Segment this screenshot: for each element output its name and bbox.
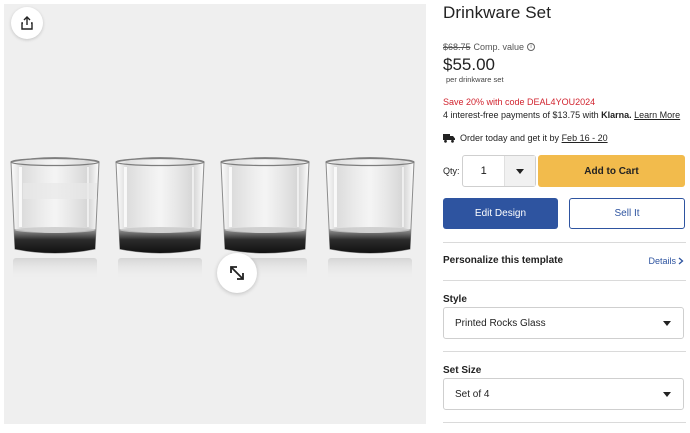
delivery-date-link[interactable]: Feb 16 - 20 <box>562 133 608 143</box>
comp-value-row: $68.75 Comp. value i <box>443 42 536 52</box>
personalize-heading: Personalize this template <box>443 255 564 266</box>
glass-1 <box>10 156 100 281</box>
chevron-right-icon <box>678 257 684 265</box>
klarna-text: 4 interest-free payments of $13.75 with <box>443 110 602 120</box>
sell-it-button[interactable]: Sell It <box>569 198 685 229</box>
learn-more-link[interactable]: Learn More <box>634 110 680 120</box>
glass-4 <box>325 156 415 281</box>
klarna-brand: Klarna. <box>601 110 632 120</box>
comp-label: Comp. value <box>473 42 525 52</box>
set-size-label: Set Size <box>443 365 482 376</box>
caret-down-icon <box>663 320 671 326</box>
glass-2 <box>115 156 205 281</box>
edit-design-button[interactable]: Edit Design <box>443 198 558 229</box>
details-link[interactable]: Details <box>648 256 684 266</box>
quantity-value: 1 <box>480 165 487 177</box>
set-size-select[interactable]: Set of 4 <box>443 378 684 410</box>
divider <box>443 242 686 243</box>
style-label: Style <box>443 294 467 305</box>
delivery-estimate: Order today and get it by Feb 16 - 20 <box>443 133 608 143</box>
divider <box>443 351 686 352</box>
delivery-text: Order today and get it by <box>460 133 562 143</box>
klarna-payments: 4 interest-free payments of $13.75 with … <box>443 110 680 120</box>
product-title: Drinkware Set <box>443 3 552 22</box>
set-size-selected-value: Set of 4 <box>455 388 490 400</box>
share-icon <box>21 16 33 30</box>
qty-label: Qty: <box>443 166 460 176</box>
product-image <box>10 156 415 281</box>
caret-down-icon <box>504 156 535 186</box>
product-price: $55.00 <box>443 55 495 74</box>
product-image-gallery[interactable] <box>4 4 426 424</box>
divider <box>443 422 686 423</box>
expand-icon <box>230 266 244 280</box>
share-button[interactable] <box>11 7 43 39</box>
details-label: Details <box>648 256 676 266</box>
promo-text: Save 20% with code DEAL4YOU2024 <box>443 97 596 107</box>
style-select[interactable]: Printed Rocks Glass <box>443 307 684 339</box>
style-selected-value: Printed Rocks Glass <box>455 317 546 329</box>
price-unit: per drinkware set <box>446 75 504 84</box>
info-icon[interactable]: i <box>527 43 536 51</box>
comp-price: $68.75 <box>443 42 471 52</box>
expand-image-button[interactable] <box>217 253 257 293</box>
quantity-select[interactable]: 1 <box>462 155 536 187</box>
divider <box>443 280 686 281</box>
truck-icon <box>443 133 455 143</box>
add-to-cart-button[interactable]: Add to Cart <box>538 155 685 187</box>
caret-down-icon <box>663 391 671 397</box>
